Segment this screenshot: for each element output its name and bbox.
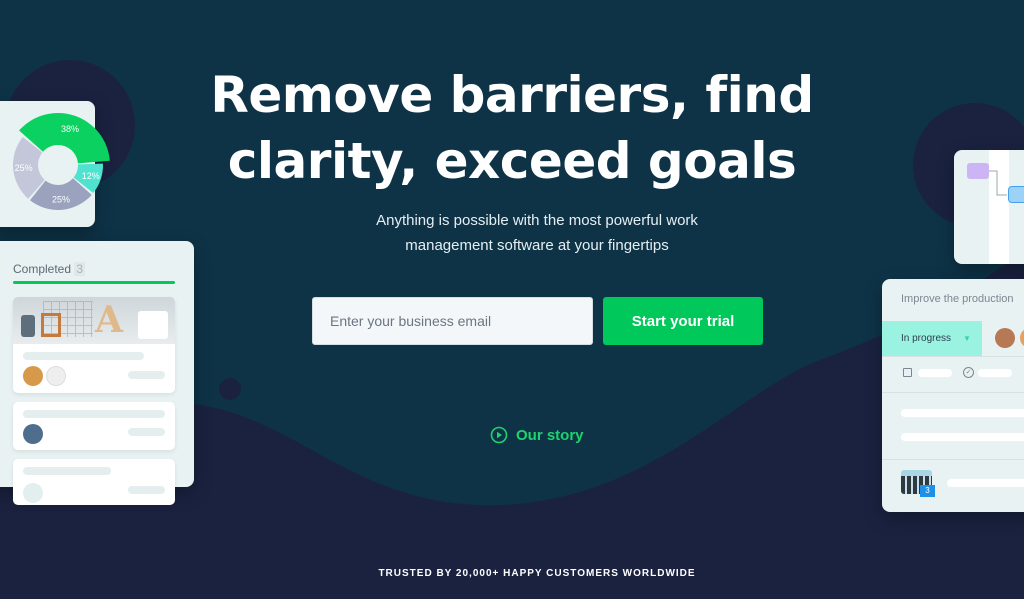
- task-card[interactable]: [13, 459, 175, 505]
- trusted-by-text: TRUSTED BY 20,000+ HAPPY CUSTOMERS WORLD…: [378, 568, 696, 579]
- task-image: A: [13, 297, 175, 344]
- column-title: Completed 3: [13, 262, 86, 276]
- task-title: Improve the production: [901, 293, 1014, 305]
- task-card[interactable]: [13, 402, 175, 450]
- avatar: [23, 424, 43, 444]
- status-dropdown[interactable]: In progress ▼: [882, 321, 982, 356]
- avatar: [23, 366, 43, 386]
- comment-count-badge[interactable]: 3: [920, 485, 935, 497]
- avatar: [995, 328, 1015, 348]
- avatar: [23, 483, 43, 503]
- task-detail-card: Improve the production In progress ▼ ✓ 3: [882, 279, 1024, 512]
- our-story-link[interactable]: Our story: [490, 426, 584, 444]
- avatar: [1020, 328, 1024, 348]
- task-card[interactable]: A: [13, 297, 175, 393]
- avatar: [46, 366, 66, 386]
- email-input[interactable]: [312, 297, 593, 345]
- caret-down-icon: ▼: [963, 334, 971, 343]
- progress-bar: [13, 281, 175, 284]
- check-circle-icon: ✓: [963, 367, 974, 378]
- donut-label: 25%: [52, 194, 70, 204]
- hero-subtitle: Anything is possible with the most power…: [376, 212, 698, 254]
- hero-title: Remove barriers, find clarity, exceed go…: [210, 66, 814, 190]
- start-trial-button[interactable]: Start your trial: [603, 297, 763, 345]
- play-circle-icon: [490, 426, 508, 444]
- column-count: 3: [74, 262, 86, 276]
- calendar-icon: [903, 368, 912, 377]
